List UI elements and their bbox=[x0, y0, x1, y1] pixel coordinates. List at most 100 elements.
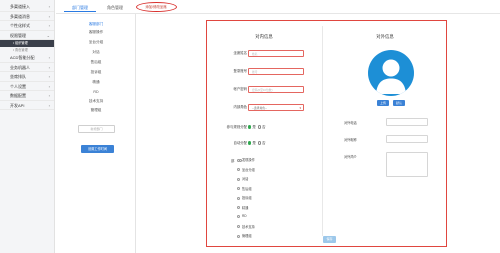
ext-phone-input[interactable] bbox=[386, 118, 428, 126]
tree-node[interactable]: 投诉组 bbox=[56, 70, 136, 75]
sidebar-item-label: 多渠道消息 bbox=[10, 13, 30, 19]
tab-departments[interactable]: 部门管理 bbox=[64, 3, 96, 12]
chevron-right-icon: › bbox=[48, 4, 50, 9]
chevron-right-icon: › bbox=[48, 55, 50, 60]
field-label: 自动分配 bbox=[233, 141, 247, 145]
radio-icon bbox=[237, 234, 240, 238]
permission-option[interactable]: RD bbox=[237, 214, 297, 218]
sidebar-item-data[interactable]: 数据配置 › bbox=[0, 91, 54, 101]
avatar bbox=[368, 50, 414, 96]
tree-node[interactable]: 对话 bbox=[56, 50, 136, 55]
permission-option[interactable]: 发现操作 bbox=[237, 157, 297, 162]
chevron-right-icon: › bbox=[48, 13, 50, 19]
sidebar-item-styles[interactable]: 个性化样式 › bbox=[0, 21, 54, 31]
radio-icon bbox=[237, 225, 240, 229]
highlight-ring bbox=[136, 2, 177, 12]
field-label: 坐席姓名 bbox=[233, 51, 247, 55]
radio-icon bbox=[237, 196, 240, 200]
radio-icon bbox=[237, 214, 240, 218]
chevron-right-icon: › bbox=[48, 93, 50, 98]
user-silhouette-icon bbox=[376, 59, 406, 94]
field-label: 帐户密码 bbox=[233, 87, 247, 91]
chevron-right-icon: › bbox=[48, 74, 50, 79]
sidebar-item-multichannel[interactable]: 多渠道接入 › bbox=[0, 2, 54, 12]
rule-assign-radios: 是 否 bbox=[248, 123, 265, 131]
tree-node[interactable]: 客服操作 bbox=[56, 30, 136, 35]
sidebar-item-label: 多渠道接入 bbox=[10, 4, 30, 9]
password-row: 帐户密码 密码(6至16位数) bbox=[207, 85, 321, 93]
radio-no[interactable] bbox=[257, 141, 262, 145]
chevron-right-icon: › bbox=[48, 23, 50, 28]
chevron-down-icon: ▾ bbox=[299, 105, 301, 110]
chevron-right-icon: › bbox=[48, 64, 50, 70]
account-input[interactable]: 账号 bbox=[248, 67, 304, 75]
tree-node[interactable]: 售后组 bbox=[56, 60, 136, 65]
save-button[interactable]: 保存 bbox=[323, 236, 336, 243]
auto-assign-row: 自动分配 是 否 bbox=[207, 139, 321, 147]
sidebar-item-permissions[interactable]: 权限管理 ⌄ bbox=[0, 31, 54, 40]
sidebar-item-queue[interactable]: 坐席排队 › bbox=[0, 72, 54, 82]
name-row: 坐席姓名 姓名 bbox=[207, 49, 321, 57]
tab-bar: 部门管理 角色管理 添加/修改坐席 bbox=[56, 0, 500, 14]
sidebar-item-label: 业务机器人 bbox=[10, 64, 30, 70]
sidebar-item-api[interactable]: 开发API › bbox=[0, 101, 54, 110]
chevron-right-icon: › bbox=[48, 102, 50, 108]
field-label: 登录账号 bbox=[233, 69, 247, 73]
internal-info-title: 对内信息 bbox=[255, 34, 273, 39]
sidebar-item-label: 数据配置 bbox=[10, 93, 26, 98]
sidebar-item-acd[interactable]: ACD智能分配 › bbox=[0, 53, 54, 63]
internal-info-column: 对内信息 坐席姓名 姓名 登录账号 账号 帐户密码 密码(6至16位数) 内部角… bbox=[207, 21, 321, 245]
chevron-down-icon: ⌄ bbox=[46, 32, 50, 38]
password-input[interactable]: 密码(6至16位数) bbox=[248, 85, 304, 93]
radio-icon bbox=[237, 158, 240, 162]
sidebar-item-label: 个人设置 bbox=[10, 83, 26, 89]
permission-option[interactable]: 售后组 bbox=[237, 186, 297, 191]
role-select[interactable]: --选择角色-- ▾ bbox=[248, 103, 304, 111]
department-tree: 客服部门 客服操作 坐台分组 对话 售后组 投诉组 精通 RD 技术支持 管理组… bbox=[56, 14, 136, 253]
tree-node[interactable]: 坐台分组 bbox=[56, 40, 136, 45]
radio-no[interactable] bbox=[257, 125, 262, 129]
chevron-right-icon: › bbox=[48, 83, 50, 89]
upload-avatar-button[interactable]: 上传 bbox=[377, 100, 389, 106]
field-label: 参与规则分配 bbox=[226, 125, 247, 129]
column-divider bbox=[322, 26, 323, 236]
radio-yes[interactable] bbox=[248, 125, 252, 129]
tab-roles[interactable]: 角色管理 bbox=[100, 3, 130, 12]
sidebar-item-label: 开发API bbox=[10, 102, 25, 108]
sidebar-item-personal[interactable]: 个人设置 › bbox=[0, 82, 54, 91]
sidebar-item-bot[interactable]: 业务机器人 › bbox=[0, 63, 54, 72]
set-work-time-button[interactable]: 设置工作时间 bbox=[81, 145, 114, 153]
radio-icon bbox=[237, 168, 240, 172]
permission-option[interactable]: 坐台分组 bbox=[237, 167, 297, 172]
external-info-title: 对外信息 bbox=[376, 34, 394, 39]
rule-assign-row: 参与规则分配 是 否 bbox=[207, 123, 321, 131]
auto-assign-radios: 是 否 bbox=[248, 139, 265, 147]
tree-node[interactable]: 精通 bbox=[56, 80, 136, 85]
tree-root[interactable]: 客服部门 bbox=[56, 22, 136, 27]
default-avatar-button[interactable]: 默认 bbox=[393, 100, 405, 106]
permissions-label: 部 bbox=[231, 159, 235, 163]
permission-option[interactable]: 技术支持 bbox=[237, 224, 297, 229]
ext-nickname-input[interactable] bbox=[386, 135, 428, 143]
permission-option[interactable]: 对话 bbox=[237, 176, 297, 181]
radio-icon bbox=[237, 187, 240, 191]
permission-option[interactable]: 精通 bbox=[237, 205, 297, 210]
account-row: 登录账号 账号 bbox=[207, 67, 321, 75]
tree-node[interactable]: 管理组 bbox=[56, 108, 136, 113]
ext-intro-textarea[interactable] bbox=[386, 152, 428, 177]
permission-option[interactable]: 投诉组 bbox=[237, 195, 297, 200]
agent-form-card: 对内信息 坐席姓名 姓名 登录账号 账号 帐户密码 密码(6至16位数) 内部角… bbox=[206, 20, 447, 247]
role-row: 内部角色 --选择角色-- ▾ bbox=[207, 103, 321, 111]
radio-icon bbox=[237, 206, 240, 210]
field-label: 内部角色 bbox=[233, 105, 247, 109]
tree-node[interactable]: 技术支持 bbox=[56, 99, 136, 104]
sidebar-item-label: 坐席排队 bbox=[10, 74, 26, 79]
tree-node[interactable]: RD bbox=[56, 90, 136, 94]
sidebar-item-label: 个性化样式 bbox=[10, 23, 30, 28]
sidebar-item-label: ACD智能分配 bbox=[10, 55, 35, 60]
radio-yes[interactable] bbox=[248, 141, 252, 145]
new-department-input[interactable]: 新增部门 bbox=[78, 125, 115, 133]
permission-option[interactable]: 管理组 bbox=[237, 233, 297, 238]
name-input[interactable]: 姓名 bbox=[248, 49, 304, 57]
sidebar-item-messages[interactable]: 多渠道消息 › bbox=[0, 12, 54, 21]
